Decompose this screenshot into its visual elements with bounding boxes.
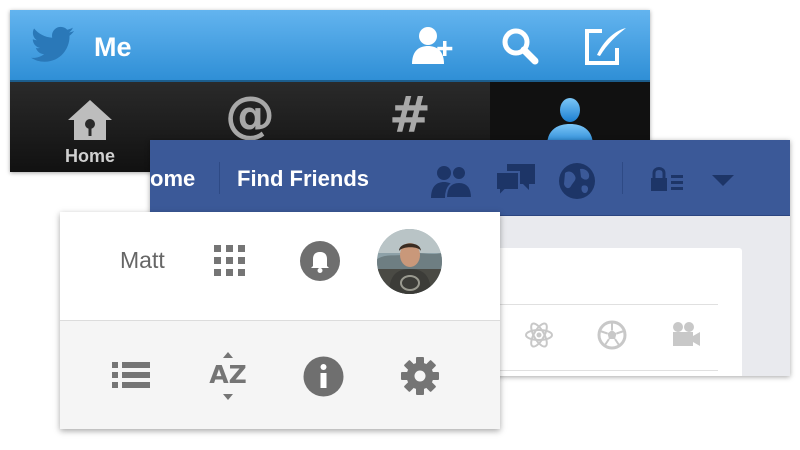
video-camera-icon[interactable] (670, 320, 702, 350)
add-user-icon[interactable] (408, 24, 456, 68)
dropdown-arrow-icon[interactable] (710, 172, 736, 188)
globe-icon[interactable] (556, 160, 598, 202)
compose-icon[interactable] (580, 24, 628, 68)
facebook-header-bar: ome Find Friends (150, 140, 790, 216)
google-account-panel: Matt AZ (60, 212, 500, 429)
apps-grid-icon[interactable] (213, 244, 246, 277)
messages-icon[interactable] (493, 160, 539, 200)
friends-icon[interactable] (428, 160, 476, 200)
atom-icon[interactable] (524, 320, 554, 350)
house-icon (68, 100, 112, 140)
user-name: Matt (120, 247, 165, 273)
privacy-icon[interactable] (648, 160, 688, 200)
divider (219, 162, 220, 194)
page-title: Me (94, 32, 132, 62)
info-icon[interactable] (303, 356, 344, 397)
settings-gear-icon[interactable] (400, 356, 440, 396)
sort-az-icon[interactable]: AZ (206, 351, 250, 401)
sort-az-label: AZ (209, 360, 247, 389)
avatar-photo (377, 229, 442, 294)
avatar[interactable] (377, 229, 442, 294)
tab-home[interactable]: Home (10, 82, 170, 172)
home-link[interactable]: ome (150, 166, 195, 192)
twitter-bird-icon (31, 26, 74, 62)
notifications-bell-icon[interactable] (300, 241, 340, 281)
google-options-bar: AZ (60, 320, 500, 429)
find-friends-link[interactable]: Find Friends (237, 166, 369, 192)
tab-home-label: Home (64, 146, 115, 166)
divider (622, 162, 623, 194)
list-icon[interactable] (112, 361, 150, 389)
person-icon (547, 98, 593, 146)
at-icon: @ (225, 86, 275, 144)
search-icon[interactable] (496, 24, 544, 68)
hash-icon: # (389, 86, 431, 144)
soccer-ball-icon[interactable] (597, 320, 627, 350)
twitter-header-bar: Me (10, 10, 650, 82)
